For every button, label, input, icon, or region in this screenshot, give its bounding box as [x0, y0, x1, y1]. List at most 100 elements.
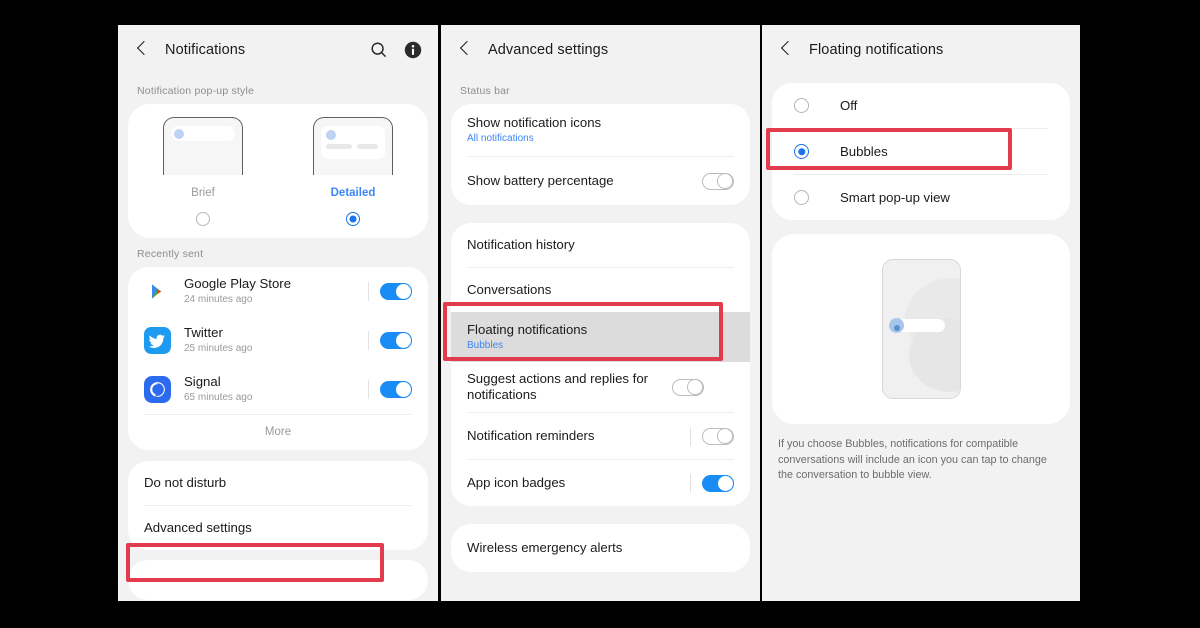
- row-label: Notification reminders: [467, 428, 595, 443]
- search-icon[interactable]: [368, 39, 390, 61]
- more-button[interactable]: More: [128, 415, 428, 450]
- popup-style-card: Brief Detailed: [128, 104, 428, 238]
- app-notification-toggle[interactable]: [380, 381, 412, 398]
- detailed-avatar-dot: [326, 130, 336, 140]
- option-label: Bubbles: [840, 144, 888, 159]
- detailed-preview-illustration: [313, 117, 393, 175]
- brief-avatar-dot: [174, 128, 184, 139]
- row-label: Suggest actions and replies for notifica…: [467, 371, 649, 402]
- app-time: 65 minutes ago: [184, 392, 253, 403]
- show-battery-percentage-toggle[interactable]: [702, 172, 734, 190]
- detailed-label: Detailed: [330, 187, 376, 199]
- detailed-line-1: [326, 144, 352, 149]
- panel-notifications: Notifications Notification pop-up style …: [118, 25, 438, 601]
- back-icon[interactable]: [132, 39, 154, 61]
- middle-header: Advanced settings: [441, 25, 760, 75]
- row-label: Wireless emergency alerts: [467, 540, 623, 555]
- app-time: 25 minutes ago: [184, 343, 253, 354]
- bubble-preview-card: [772, 234, 1070, 424]
- info-icon[interactable]: [402, 39, 424, 61]
- row-sublabel: Bubbles: [467, 339, 504, 351]
- notification-reminders-toggle[interactable]: [702, 427, 734, 445]
- app-name: Signal: [184, 374, 221, 389]
- floating-notification-options-card: Off Bubbles Smart pop-up view: [772, 83, 1070, 220]
- brief-radio[interactable]: [196, 212, 210, 226]
- option-label: Off: [840, 98, 858, 113]
- row-label: Advanced settings: [144, 520, 252, 535]
- app-notification-toggle[interactable]: [380, 283, 412, 300]
- left-header: Notifications: [118, 25, 438, 75]
- row-show-notification-icons[interactable]: Show notification icons All notification…: [451, 104, 750, 156]
- row-suggest-actions[interactable]: Suggest actions and replies for notifica…: [451, 362, 750, 412]
- app-notification-toggle[interactable]: [380, 332, 412, 349]
- row-do-not-disturb[interactable]: Do not disturb: [128, 461, 428, 505]
- detailed-radio[interactable]: [346, 212, 360, 226]
- status-bar-card: Show notification icons All notification…: [451, 104, 750, 205]
- popup-style-option-detailed[interactable]: Detailed: [278, 117, 428, 226]
- detailed-line-2: [357, 144, 378, 149]
- app-name: Twitter: [184, 325, 223, 340]
- suggest-actions-toggle[interactable]: [672, 378, 704, 396]
- panel-floating-notifications: Floating notifications Off Bubbles Smart…: [762, 25, 1080, 601]
- status-bar-section-label: Status bar: [460, 85, 510, 97]
- row-label: Notification history: [467, 237, 575, 252]
- back-icon[interactable]: [455, 39, 477, 61]
- popup-style-option-brief[interactable]: Brief: [128, 117, 278, 226]
- notification-settings-card: Notification history Conversations Float…: [451, 223, 750, 506]
- row-advanced-settings[interactable]: Advanced settings: [128, 506, 428, 550]
- list-item[interactable]: Twitter 25 minutes ago: [128, 316, 428, 365]
- screenshot-stage: Notifications Notification pop-up style …: [0, 0, 1200, 628]
- page-title: Floating notifications: [809, 42, 944, 58]
- app-icon-badges-toggle[interactable]: [702, 474, 734, 492]
- google-play-icon: [144, 278, 171, 305]
- row-app-icon-badges[interactable]: App icon badges: [451, 460, 750, 506]
- row-divider-vertical: [368, 282, 369, 301]
- row-floating-notifications[interactable]: Floating notifications Bubbles: [451, 312, 750, 362]
- list-item[interactable]: Signal 65 minutes ago: [128, 365, 428, 414]
- row-label: Show notification icons: [467, 114, 602, 130]
- row-notification-history[interactable]: Notification history: [451, 223, 750, 267]
- panel-advanced-settings: Advanced settings Status bar Show notifi…: [441, 25, 760, 601]
- row-show-battery-percentage[interactable]: Show battery percentage: [451, 157, 750, 205]
- row-label: Floating notifications: [467, 321, 588, 337]
- row-divider-vertical: [368, 380, 369, 399]
- popup-style-section-label: Notification pop-up style: [137, 85, 255, 97]
- bubbles-description-note: If you choose Bubbles, notifications for…: [778, 438, 1047, 481]
- brief-preview-illustration: [163, 117, 243, 175]
- app-name: Google Play Store: [184, 276, 292, 291]
- recently-sent-section-label: Recently sent: [137, 248, 204, 260]
- right-header: Floating notifications: [762, 25, 1080, 75]
- row-notification-reminders[interactable]: Notification reminders: [451, 413, 750, 459]
- app-time: 24 minutes ago: [184, 294, 253, 305]
- off-radio[interactable]: [794, 98, 809, 113]
- option-label: Smart pop-up view: [840, 190, 950, 205]
- brief-label: Brief: [191, 187, 215, 199]
- back-icon[interactable]: [776, 39, 798, 61]
- recently-sent-card: Google Play Store 24 minutes ago Twitter…: [128, 267, 428, 450]
- signal-icon: [144, 376, 171, 403]
- row-divider-vertical: [368, 331, 369, 350]
- smart-popup-radio[interactable]: [794, 190, 809, 205]
- bubble-preview-illustration: [881, 259, 961, 399]
- row-divider-vertical: [690, 473, 691, 493]
- option-smart-popup-view[interactable]: Smart pop-up view: [772, 175, 1070, 220]
- list-item[interactable]: Google Play Store 24 minutes ago: [128, 267, 428, 316]
- page-title: Advanced settings: [488, 42, 609, 58]
- row-divider-vertical: [690, 426, 691, 446]
- row-label: Conversations: [467, 282, 552, 297]
- row-label: App icon badges: [467, 475, 566, 490]
- row-conversations[interactable]: Conversations: [451, 268, 750, 312]
- preview-bubble-inner-dot: [893, 325, 900, 331]
- bottom-settings-card: Do not disturb Advanced settings: [128, 461, 428, 550]
- option-off[interactable]: Off: [772, 83, 1070, 128]
- partial-card-bottom: [128, 560, 428, 600]
- row-label: Show battery percentage: [467, 173, 614, 188]
- row-sublabel: All notifications: [467, 132, 534, 144]
- row-label: Do not disturb: [144, 475, 227, 490]
- twitter-icon: [144, 327, 171, 354]
- bubbles-radio[interactable]: [794, 144, 809, 159]
- option-bubbles[interactable]: Bubbles: [772, 129, 1070, 174]
- row-wireless-emergency-alerts[interactable]: Wireless emergency alerts: [451, 524, 750, 572]
- wireless-alerts-card: Wireless emergency alerts: [451, 524, 750, 572]
- page-title: Notifications: [165, 42, 246, 58]
